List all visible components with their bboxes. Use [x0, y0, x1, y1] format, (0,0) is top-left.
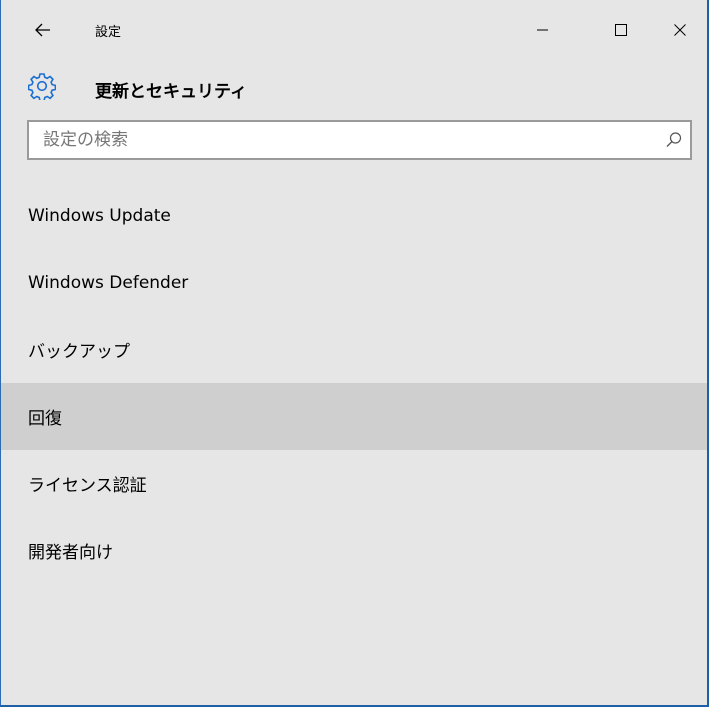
nav-item-label: ライセンス認証 [28, 476, 147, 496]
close-button[interactable] [658, 14, 702, 46]
nav-item-backup[interactable]: バックアップ [1, 316, 707, 383]
settings-window: 設定 更新とセキュリティ 設定の検索 Windows Update Window… [0, 0, 709, 707]
nav-item-label: Windows Update [28, 205, 171, 226]
nav-item-label: 回復 [28, 409, 62, 429]
nav-item-windows-defender[interactable]: Windows Defender [1, 249, 707, 316]
maximize-icon [615, 24, 627, 36]
gear-icon [28, 73, 56, 100]
minimize-button[interactable] [521, 14, 565, 46]
back-button[interactable] [23, 14, 63, 46]
search-box[interactable] [27, 120, 692, 160]
search-icon[interactable] [664, 130, 684, 150]
page-title: 更新とセキュリティ [95, 82, 247, 102]
search-input[interactable] [29, 122, 649, 158]
nav-item-label: Windows Defender [28, 272, 189, 293]
maximize-button[interactable] [599, 14, 643, 46]
nav-item-recovery[interactable]: 回復 [1, 383, 707, 450]
nav-item-windows-update[interactable]: Windows Update [1, 182, 707, 249]
nav-item-activation[interactable]: ライセンス認証 [1, 450, 707, 517]
minimize-icon [537, 29, 548, 31]
nav-item-label: バックアップ [28, 342, 130, 362]
nav-item-for-developers[interactable]: 開発者向け [1, 517, 707, 584]
settings-nav: Windows Update Windows Defender バックアップ 回… [1, 182, 707, 584]
title-bar: 設定 [1, 0, 707, 62]
back-arrow-icon [35, 23, 50, 37]
close-icon [674, 24, 686, 36]
nav-item-label: 開発者向け [28, 543, 113, 563]
page-header: 更新とセキュリティ [1, 64, 707, 108]
window-title: 設定 [95, 25, 122, 40]
